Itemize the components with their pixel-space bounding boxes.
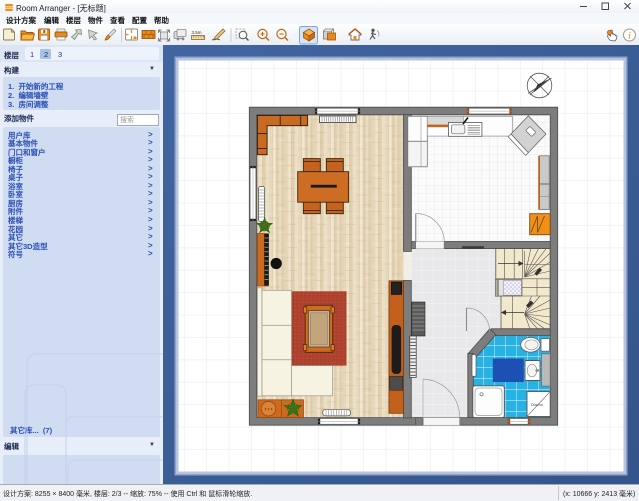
svg-text:i: i xyxy=(628,32,631,42)
svg-text:3.5m: 3.5m xyxy=(192,30,202,35)
svg-text:Düscho: Düscho xyxy=(531,403,543,407)
